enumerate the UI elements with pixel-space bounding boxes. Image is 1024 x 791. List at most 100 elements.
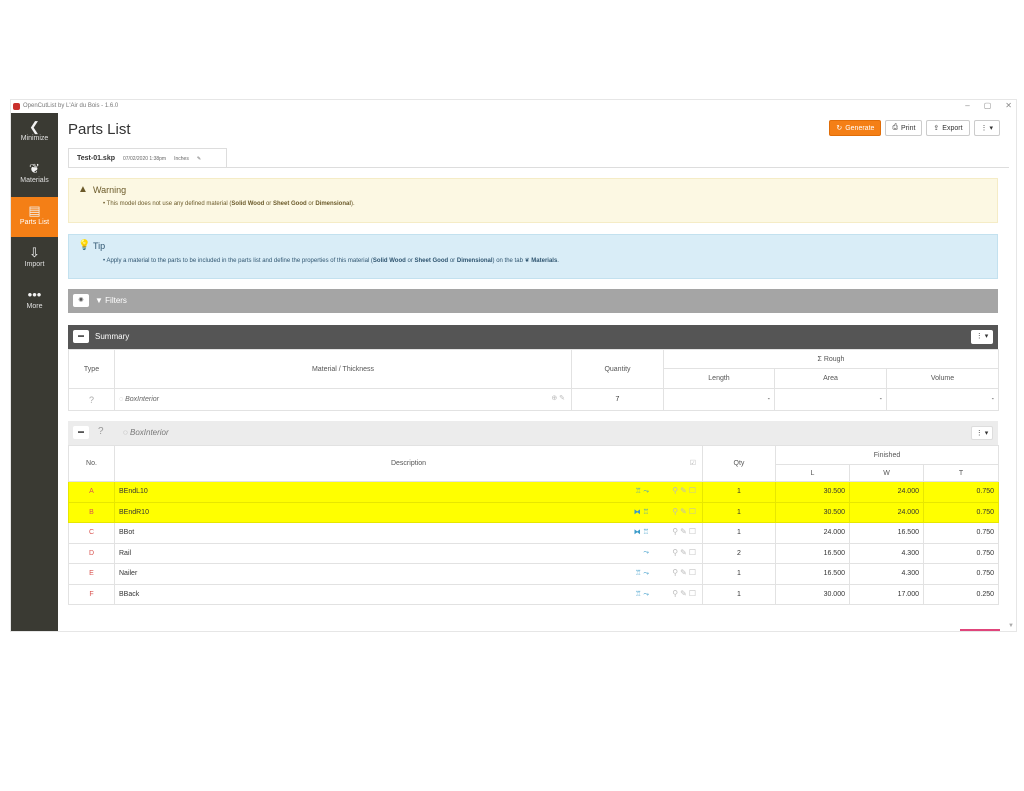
eye-icon[interactable]: ◉ xyxy=(73,294,89,307)
options-menu-button[interactable]: ⋮ ▾ xyxy=(973,120,1000,136)
table-row[interactable]: C BBot ⧓ ♖ ⚲✎☐ 1 24.000 16.500 0.750 xyxy=(68,522,1000,544)
edit-material-icon[interactable]: ⊕ ✎ xyxy=(551,394,565,402)
part-flags-icon: ⤳ xyxy=(643,548,649,556)
import-icon: ⇩ xyxy=(29,245,40,260)
filters-label: ▼ Filters xyxy=(95,296,127,305)
part-qty: 2 xyxy=(702,542,776,564)
window-controls: – ▢ ✕ xyxy=(965,101,1012,110)
collapse-icon[interactable]: ▬ xyxy=(73,426,89,439)
part-flags-icon: ♖ ⤳ xyxy=(635,570,649,577)
minimize-window-icon[interactable]: – xyxy=(965,101,969,110)
export-button[interactable]: ⇪ Export xyxy=(926,120,970,136)
title-bar: OpenCutList by L'Air du Bois - 1.6.0 – ▢… xyxy=(11,100,1016,113)
generate-button[interactable]: ↻ Generate xyxy=(829,120,882,136)
scroll-down-icon[interactable]: ▼ xyxy=(1008,623,1014,629)
sidebar-item-import[interactable]: ⇩ Import xyxy=(11,239,58,279)
col-description: Description ☑ xyxy=(114,445,703,482)
col-type: Type xyxy=(68,349,115,389)
part-actions-icon[interactable]: ⚲✎☐ xyxy=(672,568,698,577)
window-title: OpenCutList by L'Air du Bois - 1.6.0 xyxy=(23,103,119,109)
col-rough: Σ Rough xyxy=(663,349,999,369)
export-label: Export xyxy=(942,124,963,132)
part-actions-icon[interactable]: ⚲✎☐ xyxy=(672,527,698,536)
export-icon: ⇪ xyxy=(933,125,940,132)
collapse-icon[interactable]: ▬ xyxy=(73,330,89,343)
print-button[interactable]: ⎙ Print xyxy=(885,120,923,136)
part-qty: 1 xyxy=(702,563,776,585)
table-row[interactable]: ? ◌ BoxInterior ⊕ ✎ 7 - - - xyxy=(68,388,999,411)
part-description: Nailer ♖ ⤳ ⚲✎☐ xyxy=(114,563,703,585)
material-cell: ◌ BoxInterior ⊕ ✎ xyxy=(114,388,572,411)
sidebar-item-label: Import xyxy=(24,261,45,268)
col-area: Area xyxy=(774,368,887,389)
part-flags-icon: ♖ ⤳ xyxy=(635,590,649,598)
table-row[interactable]: E Nailer ♖ ⤳ ⚲✎☐ 1 16.500 4.300 0.750 xyxy=(68,563,1000,585)
part-thickness: 0.750 xyxy=(922,522,1000,544)
sidebar-item-label: Parts List xyxy=(19,219,50,226)
part-no: D xyxy=(68,542,115,564)
part-description: Rail ⤳ ⚲✎☐ xyxy=(114,542,703,564)
page-title: Parts List xyxy=(68,121,131,138)
col-w: W xyxy=(849,464,924,482)
group-name: ◌ BoxInterior xyxy=(123,428,169,437)
toolbar: ↻ Generate ⎙ Print ⇪ Export ⋮ ▾ xyxy=(829,120,1000,136)
col-material: Material / Thickness xyxy=(114,349,572,389)
materials-tab-link[interactable]: Materials xyxy=(531,258,557,264)
table-row[interactable]: A BEndL10 ♖ ⤳ ⚲✎☐ 1 30.500 24.000 0.750 xyxy=(68,481,1000,503)
sidebar-item-materials[interactable]: ❦ Materials xyxy=(11,155,58,195)
part-actions-icon[interactable]: ⚲✎☐ xyxy=(672,486,698,495)
part-no: A xyxy=(68,481,115,503)
materials-icon: ❦ xyxy=(524,258,530,264)
maximize-window-icon[interactable]: ▢ xyxy=(984,101,992,110)
printer-icon: ⎙ xyxy=(892,124,899,131)
length-cell: - xyxy=(663,388,775,411)
part-width: 4.300 xyxy=(849,563,924,585)
generate-label: Generate xyxy=(845,124,875,132)
part-actions-icon[interactable]: ⚲✎☐ xyxy=(672,507,698,516)
sidebar-item-parts-list[interactable]: ▤ Parts List xyxy=(11,197,58,237)
part-no: E xyxy=(68,563,115,585)
group-bar[interactable]: ▬ ? ◌ BoxInterior ⋮ ▾ xyxy=(68,421,998,445)
parts-table: No. Description ☑ Qty Finished L W T A B… xyxy=(68,445,1000,605)
area-cell: - xyxy=(774,388,887,411)
part-flags-icon: ⧓ ♖ xyxy=(633,508,649,516)
col-l: L xyxy=(775,464,850,482)
sidebar-item-minimize[interactable]: ❮ Minimize xyxy=(11,113,58,153)
file-tab[interactable]: Test-01.skp 07/02/2020 1:38pm Inches ✎ xyxy=(68,148,227,168)
part-width: 24.000 xyxy=(849,501,924,523)
table-row[interactable]: F BBack ♖ ⤳ ⚲✎☐ 1 30.000 17.000 0.250 xyxy=(68,583,1000,605)
app-logo-icon xyxy=(13,103,20,110)
summary-menu-button[interactable]: ⋮ ▾ xyxy=(971,330,993,344)
tip-text: • Apply a material to the parts to be in… xyxy=(103,258,559,264)
part-qty: 1 xyxy=(702,522,776,544)
filters-bar[interactable]: ◉ ▼ Filters xyxy=(68,289,998,313)
table-row[interactable]: D Rail ⤳ ⚲✎☐ 2 16.500 4.300 0.750 xyxy=(68,542,1000,564)
sidebar-item-more[interactable]: ••• More xyxy=(11,281,58,321)
print-label: Print xyxy=(901,124,916,132)
part-actions-icon[interactable]: ⚲✎☐ xyxy=(672,548,698,557)
part-no: C xyxy=(68,522,115,544)
sidebar: ❮ Minimize ❦ Materials ▤ Parts List ⇩ Im… xyxy=(11,113,58,631)
part-actions-icon[interactable]: ⚲✎☐ xyxy=(672,589,698,598)
part-description: BBot ⧓ ♖ ⚲✎☐ xyxy=(114,522,703,544)
lightbulb-icon: 💡 xyxy=(78,240,91,251)
group-menu-button[interactable]: ⋮ ▾ xyxy=(971,426,993,440)
part-width: 24.000 xyxy=(849,481,924,503)
scroll-indicator xyxy=(960,629,1000,631)
warning-icon: ▲ xyxy=(78,184,88,195)
col-t: T xyxy=(922,464,1000,482)
summary-bar[interactable]: ▬ Summary ⋮ ▾ xyxy=(68,325,998,349)
file-units: Inches xyxy=(174,155,189,162)
part-width: 16.500 xyxy=(849,522,924,544)
pencil-icon[interactable]: ✎ xyxy=(197,156,201,162)
close-window-icon[interactable]: ✕ xyxy=(1005,101,1012,110)
group-type: ? xyxy=(98,426,104,437)
sidebar-item-label: More xyxy=(26,303,43,310)
materials-icon: ❦ xyxy=(29,161,40,176)
table-row[interactable]: B BEndR10 ⧓ ♖ ⚲✎☐ 1 30.500 24.000 0.750 xyxy=(68,501,1000,523)
kebab-menu-icon: ⋮ ▾ xyxy=(980,125,993,132)
warning-text: • This model does not use any defined ma… xyxy=(103,201,355,207)
select-all-checkbox[interactable]: ☑ xyxy=(690,459,696,467)
material-swatch-icon: ◌ xyxy=(119,396,124,403)
file-date: 07/02/2020 1:38pm xyxy=(123,155,167,162)
